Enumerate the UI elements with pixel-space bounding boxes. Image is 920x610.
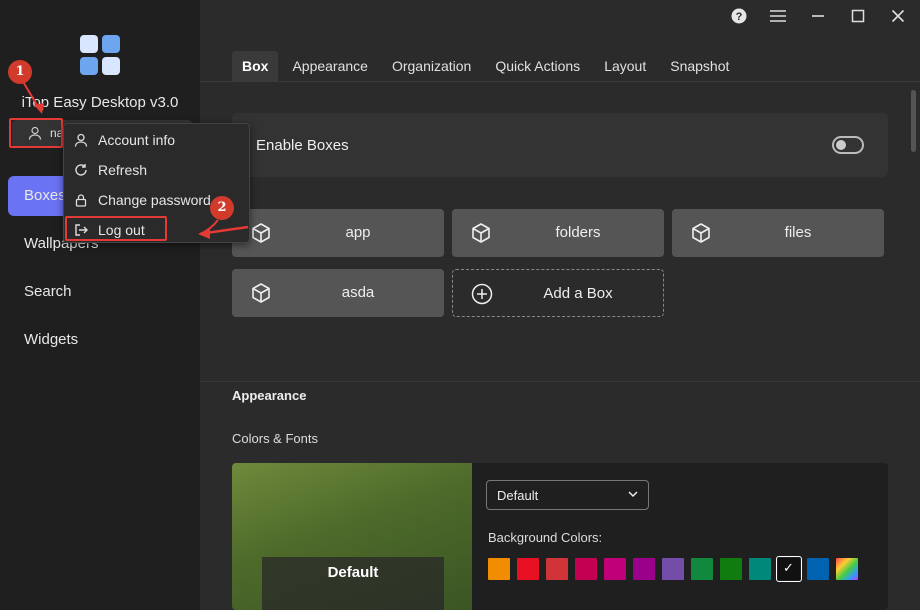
- step-badge-1: 1: [8, 60, 32, 84]
- annotation-arrows: [21, 79, 249, 239]
- step-badge-2: 2: [210, 196, 234, 220]
